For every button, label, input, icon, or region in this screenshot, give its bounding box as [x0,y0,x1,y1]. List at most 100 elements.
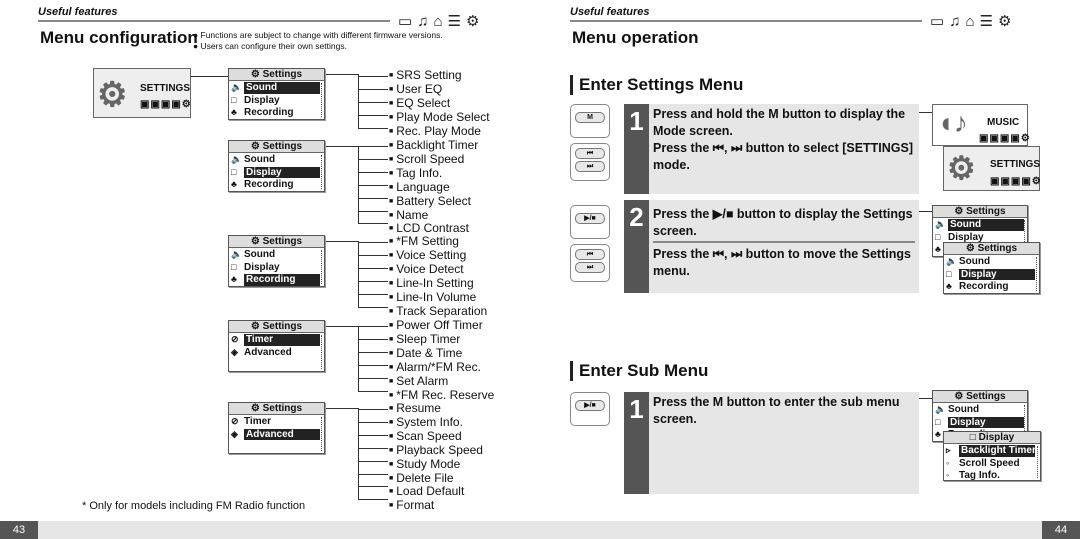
submenu-item: Battery Select [389,194,478,209]
submenu-item: Date & Time [389,346,494,361]
gear-icon: ⚙ [954,206,967,217]
submenu-item: Name [389,208,478,223]
submenu-list: ResumeSystem Info.Scan SpeedPlayback Spe… [389,402,483,513]
section-label: Useful features [38,6,118,18]
scrollbar [1036,257,1037,291]
menu-row: ⊘ Timer [231,416,272,427]
menu-row: □ Display [229,166,324,178]
mic-icon: ♣ [231,107,237,117]
scrollbar [321,83,322,117]
menu-row: ♣Recording [229,273,324,286]
connector [358,184,388,186]
gear-icon: ⚙ [250,403,263,414]
connector [358,409,388,410]
divider [38,20,390,22]
connector [358,421,388,423]
connector [919,211,932,212]
connector [358,210,388,212]
submenu-item: Set Alarm [389,374,494,389]
submenu-item: Backlight Timer [389,139,478,153]
connector [358,460,388,462]
connector [358,241,359,307]
submenu-item: Track Separation [389,304,487,319]
connector [358,434,388,436]
bullet-icon: ◦ [946,470,950,480]
connector [358,377,388,379]
connector [919,112,932,113]
menu-row: □ Display [231,261,280,273]
connector [358,364,388,366]
display-icon: □ [935,416,941,427]
speaker-icon: 🔈 [231,82,243,92]
connector [358,473,388,475]
list-icon: ☰ [979,13,998,30]
gear-icon: ⚙ [250,321,263,332]
menu-row: 🔈 Sound [933,218,1027,231]
music-mode-screen: ◖♪ MUSIC ▣▣▣▣⚙ [932,104,1031,146]
submenu-item: Rec. Play Mode [389,124,490,139]
footer-bar [0,521,1080,539]
section-label: Useful features [570,6,650,18]
submenu-item: Play Mode Select [389,110,489,125]
connector [358,101,388,103]
submenu-item: Line-In Setting [389,276,487,291]
submenu-item: System Info. [389,415,483,430]
display-icon: □ [231,166,237,177]
display-icon: □ [231,94,237,105]
connector [358,293,388,295]
scrollbar [321,417,322,451]
speaker-icon: 🔈 [231,249,243,259]
connector [358,127,388,129]
menu-row: 🔈 Sound [231,154,276,165]
speaker-icon: 🔈 [231,154,243,164]
submenu-item: Format [389,499,483,513]
timer-icon: ⊘ [231,416,239,426]
play-stop-button[interactable]: ▶/■ [570,205,610,239]
gear-icon: ⚙ [250,69,263,80]
submenu-item: User EQ [389,82,490,97]
page-number-right: 44 [1042,521,1080,539]
connector [325,74,358,75]
menu-row: 🔈 Sound [946,256,991,267]
connector [919,398,932,399]
mode-icons: ▭♫⌂☰⚙ [930,12,1016,30]
radio-icon: ⌂ [433,13,448,30]
settings-mode-screen: ⚙ SETTINGS ▣▣▣▣⚙ [93,68,191,118]
submenu-item: Study Mode [389,457,483,472]
m-button[interactable]: ▶/■ [570,392,610,426]
menu-row: ⊘ Timer [229,333,324,346]
page-title: Menu configuration [40,28,198,47]
display-icon: □ [946,268,952,279]
submenu-list: Power Off TimerSleep TimerDate & TimeAla… [389,319,494,402]
prev-next-buttons[interactable]: ⏮ ⏭ [570,143,610,181]
sub-step-1: 1 Press the M button to enter the sub me… [624,392,919,494]
footnote: * Only for models including FM Radio fun… [82,500,306,512]
connector [325,408,358,409]
connector [358,76,388,77]
folder-icon: ▭ [930,13,950,30]
submenu-item: Tag Info. [389,166,478,181]
submenu-item: Alarm/*FM Rec. [389,360,494,375]
submenu-item: Sleep Timer [389,332,494,347]
connector [191,76,228,77]
mode-icons: ▣▣▣▣⚙ [979,133,1031,144]
gear-icon: ⚙ [954,391,967,402]
section-enter-sub: Enter Sub Menu [570,361,708,381]
display-submenu-screen: □ Display ▹ Backlight Timer ◦ Scroll Speed… [943,431,1041,481]
submenu-list: *FM SettingVoice SettingVoice DetectLine… [389,235,487,318]
speaker-icon: ◖♪ [937,107,968,138]
list-icon: ☰ [447,13,466,30]
menu-row: 🔈 Sound [231,249,276,260]
connector [358,223,388,225]
menu-row: □ Display [944,268,1039,280]
connector [358,390,388,392]
settings-menu-screen: ⚙ Settings ⊘ Timer ◈ Advanced [228,320,325,372]
gear-icon: ⚙ [997,13,1017,30]
mode-icons: ▣▣▣▣⚙ [990,176,1042,187]
mic-icon: ♣ [231,274,237,284]
prev-next-buttons[interactable]: ⏮ ⏭ [570,244,610,282]
m-button[interactable]: M [570,104,610,138]
menu-row: ♣Recording [946,281,1009,292]
menu-row: □ Display [231,94,280,106]
menu-row: ◈ Advanced [229,428,324,440]
